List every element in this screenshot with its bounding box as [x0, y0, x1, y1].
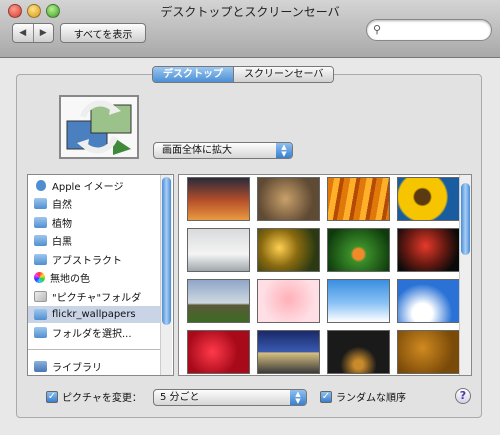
tab-desktop[interactable]: デスクトップ: [153, 67, 233, 82]
random-order-checkbox[interactable]: ✓ ランダムな順序: [320, 388, 406, 405]
source-item-label: 植物: [52, 219, 72, 230]
dark-lights-wallpaper[interactable]: [327, 330, 390, 374]
colors-icon: [34, 272, 45, 283]
popup-arrows-icon: ▲ ▼: [276, 143, 292, 158]
pink-pig-wallpaper[interactable]: [257, 279, 320, 323]
change-picture-label: ピクチャを変更：: [62, 393, 142, 404]
folder-icon: [34, 217, 47, 228]
source-item-library[interactable]: ライブラリ: [28, 358, 162, 375]
desktop-preview: [59, 95, 139, 159]
tab-bar: デスクトップ スクリーンセーバ: [152, 66, 335, 83]
source-item-flickr-wallpapers[interactable]: flickr_wallpapers: [28, 306, 162, 323]
fit-mode-value: 画面全体に拡大: [162, 145, 232, 156]
source-item-label: フォルダを選択...: [52, 329, 132, 340]
source-item-label: アブストラクト: [52, 256, 122, 267]
back-forward-control: ◀ ▶: [12, 23, 54, 43]
source-divider: [28, 349, 162, 350]
source-list: Apple イメージ 自然 植物 白黒 アブストラクト 無地の色 "ピクチャ"フ…: [27, 174, 174, 376]
tab-screensaver[interactable]: スクリーンセーバ: [233, 67, 334, 82]
sunflower-wallpaper[interactable]: [397, 177, 460, 221]
source-item-label: 自然: [52, 200, 72, 211]
source-item-pictures-folder[interactable]: "ピクチャ"フォルダ: [28, 288, 162, 305]
random-order-label: ランダムな順序: [336, 393, 406, 404]
flower-field-wallpaper[interactable]: [257, 228, 320, 272]
source-item-solid-colors[interactable]: 無地の色: [28, 269, 162, 286]
pictures-folder-icon: [34, 291, 47, 302]
window-titlebar: デスクトップとスクリーンセーバ ◀ ▶ すべてを表示 ⚲: [0, 0, 500, 58]
source-item-abstract[interactable]: アブストラクト: [28, 251, 162, 268]
clouds-wallpaper[interactable]: [327, 279, 390, 323]
source-item-label: ライブラリ: [52, 363, 102, 374]
show-all-button[interactable]: すべてを表示: [60, 23, 146, 43]
source-item-label: flickr_wallpapers: [52, 309, 136, 320]
red-berries-wallpaper[interactable]: [397, 228, 460, 272]
folder-icon: [34, 309, 47, 320]
source-item-nature[interactable]: 自然: [28, 195, 162, 212]
source-list-scroll-thumb[interactable]: [162, 177, 171, 325]
folder-icon: [34, 327, 47, 338]
library-icon: [34, 361, 47, 372]
change-picture-checkbox[interactable]: ✓ ピクチャを変更：: [46, 388, 142, 405]
wallpaper-grid-scroll-thumb[interactable]: [461, 183, 470, 255]
window-title: デスクトップとスクリーンセーバ: [160, 5, 340, 19]
source-item-label: Apple イメージ: [52, 182, 124, 193]
road-wallpaper[interactable]: [257, 330, 320, 374]
wallpaper-grid: [178, 174, 472, 376]
source-item-choose-folder[interactable]: フォルダを選択...: [28, 324, 162, 341]
forward-button[interactable]: ▶: [34, 24, 54, 42]
popup-arrows-icon: ▲ ▼: [290, 390, 306, 405]
bird-wallpaper[interactable]: [257, 177, 320, 221]
source-item-black-white[interactable]: 白黒: [28, 232, 162, 249]
wallpaper-grid-scrollbar[interactable]: [459, 175, 471, 375]
checkmark-icon: ✓: [320, 390, 332, 403]
back-button[interactable]: ◀: [13, 24, 34, 42]
folder-icon: [34, 254, 47, 265]
sunset-wallpaper[interactable]: [187, 177, 250, 221]
search-field[interactable]: ⚲: [366, 19, 492, 41]
source-item-label: 無地の色: [50, 274, 90, 285]
apple-icon: [36, 180, 46, 191]
source-item-plants[interactable]: 植物: [28, 214, 162, 231]
refresh-arrows-icon: [66, 100, 132, 155]
change-interval-popup[interactable]: 5 分ごと ▲ ▼: [153, 389, 307, 406]
green-leaf-wallpaper[interactable]: [327, 228, 390, 272]
folder-icon: [34, 235, 47, 246]
source-item-label: 白黒: [52, 237, 72, 248]
blue-sky-wallpaper[interactable]: [397, 279, 460, 323]
source-list-scrollbar[interactable]: [160, 175, 172, 375]
orange-rays-wallpaper[interactable]: [327, 177, 390, 221]
change-interval-value: 5 分ごと: [160, 392, 200, 403]
red-flowers-wallpaper[interactable]: [187, 330, 250, 374]
fit-mode-popup[interactable]: 画面全体に拡大 ▲ ▼: [153, 142, 293, 159]
folder-icon: [34, 198, 47, 209]
orange-texture-wallpaper[interactable]: [397, 330, 460, 374]
search-input[interactable]: [385, 22, 485, 38]
source-item-apple-images[interactable]: Apple イメージ: [28, 177, 162, 194]
stonehenge-wallpaper[interactable]: [187, 279, 250, 323]
source-item-label: "ピクチャ"フォルダ: [52, 293, 142, 304]
help-button[interactable]: ?: [455, 388, 471, 404]
search-icon: ⚲: [373, 23, 382, 36]
checkmark-icon: ✓: [46, 390, 58, 403]
chairs-wallpaper[interactable]: [187, 228, 250, 272]
